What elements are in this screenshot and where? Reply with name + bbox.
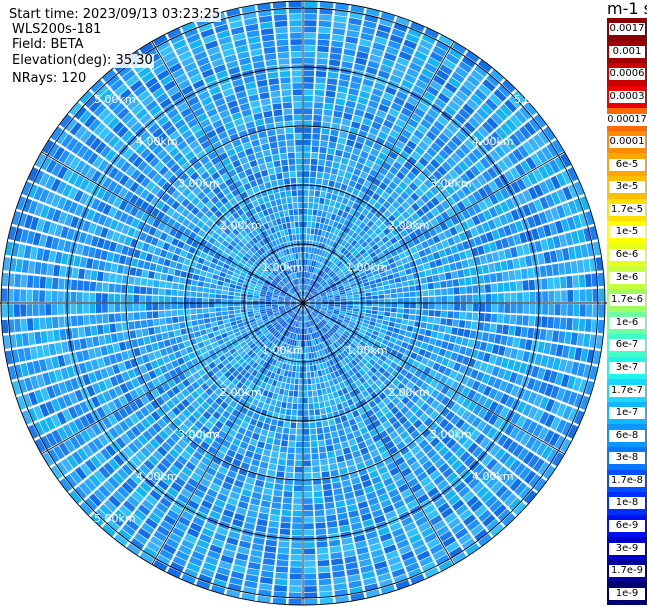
ring-label-2-sw: 2.00km bbox=[220, 386, 262, 399]
ring-label-2-nw: 2.00km bbox=[220, 219, 262, 232]
ring-label-2-ne: 2.00km bbox=[388, 219, 430, 232]
colorbar-tick-label: 0.00017 bbox=[607, 113, 647, 126]
colorbar-tick-label: 1.7e-5 bbox=[609, 203, 645, 216]
azimuth-spokes bbox=[0, 1, 607, 605]
colorbar-tick-label: 6e-5 bbox=[609, 158, 645, 171]
ring-label-3-se: 3.00km bbox=[430, 428, 472, 441]
colorbar-tick-label: 1e-9 bbox=[609, 587, 645, 600]
ring-label-3-sw: 3.00km bbox=[178, 428, 220, 441]
ring-label-4-se: 4.00km bbox=[472, 470, 514, 483]
ring-label-1-sw: 1.00km bbox=[262, 344, 304, 357]
ring-label-3-ne: 3.00km bbox=[430, 177, 472, 190]
colorbar-tick-label: 3e-9 bbox=[609, 542, 645, 555]
colorbar-tick-label: 1.7e-9 bbox=[609, 565, 645, 578]
colorbar-unit-label: m-1 sr-1 bbox=[607, 0, 647, 18]
ppi-plot: 1.00km 1.00km 1.00km 1.00km 2.00km 2.00k… bbox=[0, 0, 607, 606]
colorbar-tick-label: 3e-5 bbox=[609, 181, 645, 194]
colorbar-tick-label: 0.0017 bbox=[609, 23, 645, 36]
colorbar-tick-label: 1e-5 bbox=[609, 226, 645, 239]
colorbar-tick-label: 1.7e-7 bbox=[609, 384, 645, 397]
colorbar-tick-label: 3e-6 bbox=[609, 271, 645, 284]
field-label: Field: BETA bbox=[11, 37, 85, 52]
colorbar-tick-label: 0.001 bbox=[609, 45, 645, 58]
ring-label-1-nw: 1.00km bbox=[262, 261, 304, 274]
colorbar-tick-label: 6e-6 bbox=[609, 249, 645, 262]
ring-label-2-se: 2.00km bbox=[388, 386, 430, 399]
colorbar-tick-label: 0.0001 bbox=[609, 136, 645, 149]
nrays-label: NRays: 120 bbox=[11, 71, 88, 86]
colorbar-tick-label: 6e-8 bbox=[609, 429, 645, 442]
colorbar: 0.0017 0.001 0.0006 0.0003 0.00017 0.0001 6e-5… bbox=[607, 18, 647, 606]
ring-label-1-se: 1.00km bbox=[346, 344, 388, 357]
start-time-label: Start time: 2023/09/13 03:23:25 bbox=[8, 7, 222, 22]
ring-label-5-sw: 5.00km bbox=[94, 512, 136, 525]
ring-label-5-nw: 5.00km bbox=[94, 93, 136, 106]
ring-label-1-ne: 1.00km bbox=[346, 261, 388, 274]
colorbar-tick-label: 1.7e-6 bbox=[609, 294, 645, 307]
ring-label-3-nw: 3.00km bbox=[178, 177, 220, 190]
instrument-label: WLS200s-181 bbox=[11, 22, 103, 37]
colorbar-tick-label: 6e-7 bbox=[609, 339, 645, 352]
colorbar-tick-label: 1e-6 bbox=[609, 316, 645, 329]
ring-label-4-sw: 4.00km bbox=[136, 470, 178, 483]
ring-label-4-ne: 4.00km bbox=[472, 135, 514, 148]
colorbar-tick-label: 1e-7 bbox=[609, 407, 645, 420]
colorbar-tick-label: 1.7e-8 bbox=[609, 474, 645, 487]
colorbar-tick-label: 6e-9 bbox=[609, 519, 645, 532]
ring-label-5-ne: 5.00km bbox=[514, 93, 556, 106]
colorbar-tick-label: 3e-8 bbox=[609, 452, 645, 465]
colorbar-tick-label: 3e-7 bbox=[609, 361, 645, 374]
ring-label-4-nw: 4.00km bbox=[136, 135, 178, 148]
elevation-label: Elevation(deg): 35.30 bbox=[11, 53, 154, 68]
colorbar-tick-label: 1e-8 bbox=[609, 497, 645, 510]
colorbar-tick-label: 0.0006 bbox=[609, 68, 645, 81]
colorbar-tick-label: 0.0003 bbox=[609, 91, 645, 104]
